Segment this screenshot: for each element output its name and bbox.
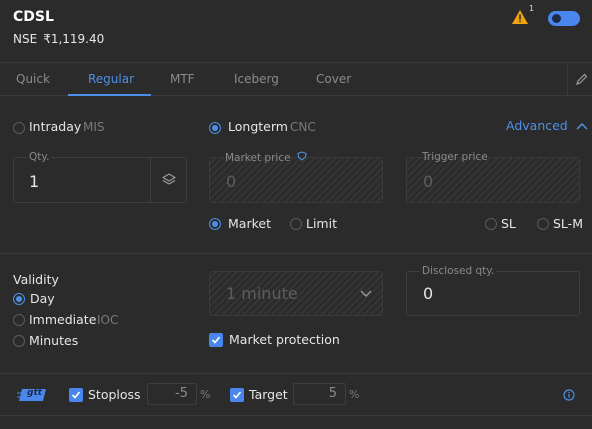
order-type-limit-label: Limit bbox=[306, 216, 337, 231]
instrument-price: ₹1,119.40 bbox=[43, 32, 105, 46]
target-label: Target bbox=[249, 387, 288, 402]
gtt-bar: gtt Stoploss -5 % Target 5 % bbox=[0, 373, 592, 416]
instrument-symbol: CDSL bbox=[13, 9, 54, 25]
toggle-knob bbox=[552, 14, 561, 23]
validity-minutes-radio[interactable] bbox=[13, 335, 25, 347]
market-price-value: 0 bbox=[226, 172, 237, 191]
stoploss-input[interactable]: -5 bbox=[147, 383, 197, 405]
check-icon bbox=[211, 336, 221, 344]
disclosed-qty-value[interactable]: 0 bbox=[423, 284, 433, 303]
order-type-sl-label: SL bbox=[501, 216, 516, 231]
order-window-header: CDSL NSE ₹1,119.40 1 bbox=[0, 0, 592, 62]
layers-icon[interactable] bbox=[162, 173, 176, 187]
longterm-radio[interactable] bbox=[209, 122, 221, 134]
order-type-market-radio[interactable] bbox=[209, 218, 221, 230]
disclosed-qty-field[interactable]: Disclosed qty. 0 bbox=[406, 265, 580, 316]
order-type-market-label: Market bbox=[228, 216, 271, 231]
target-input[interactable]: 5 bbox=[293, 383, 346, 405]
validity-immediate-label: Immediate bbox=[29, 312, 97, 327]
disclosed-qty-label: Disclosed qty. bbox=[420, 265, 497, 277]
qty-label: Qty. bbox=[27, 151, 52, 163]
market-protection-label: Market protection bbox=[229, 332, 340, 347]
advanced-toggle[interactable]: Advanced bbox=[506, 118, 588, 133]
exchange-label: NSE bbox=[13, 32, 38, 46]
qty-field[interactable]: Qty. 1 bbox=[13, 151, 187, 203]
longterm-label: Longterm bbox=[228, 119, 288, 134]
stoploss-checkbox[interactable] bbox=[69, 388, 83, 402]
warning-icon[interactable] bbox=[512, 10, 528, 24]
intraday-code: MIS bbox=[83, 120, 105, 134]
target-percent: % bbox=[349, 388, 360, 401]
trigger-price-value: 0 bbox=[423, 172, 434, 191]
validity-minutes-label: Minutes bbox=[29, 333, 79, 348]
trigger-price-field: Trigger price 0 bbox=[406, 151, 580, 203]
stoploss-label: Stoploss bbox=[88, 387, 141, 402]
shield-icon bbox=[297, 151, 307, 161]
validity-immediate-radio[interactable] bbox=[13, 314, 25, 326]
order-variety-tabs: Quick Regular MTF Iceberg Cover bbox=[0, 62, 592, 96]
validity-label: Validity bbox=[13, 272, 59, 287]
check-icon bbox=[232, 391, 242, 399]
target-checkbox[interactable] bbox=[230, 388, 244, 402]
tab-quick[interactable]: Quick bbox=[16, 63, 50, 96]
section-divider bbox=[0, 253, 592, 254]
minutes-select: 1 minute bbox=[209, 271, 383, 316]
tab-mtf[interactable]: MTF bbox=[170, 63, 195, 96]
chevron-down-icon bbox=[360, 290, 372, 297]
validity-day-radio[interactable] bbox=[13, 293, 25, 305]
intraday-label: Intraday bbox=[29, 119, 82, 134]
gtt-badge: gtt bbox=[17, 388, 47, 402]
order-type-sl-radio[interactable] bbox=[485, 218, 497, 230]
check-icon bbox=[71, 391, 81, 399]
buy-sell-toggle[interactable] bbox=[548, 11, 580, 26]
instrument-exchange-price: NSE ₹1,119.40 bbox=[13, 32, 104, 46]
chevron-up-icon bbox=[576, 122, 588, 130]
longterm-code: CNC bbox=[290, 120, 316, 134]
market-price-field: Market price 0 bbox=[209, 151, 383, 203]
validity-day-label: Day bbox=[30, 291, 55, 306]
trigger-price-label: Trigger price bbox=[422, 151, 488, 163]
pencil-icon bbox=[576, 73, 588, 85]
validity-immediate-code: IOC bbox=[97, 313, 119, 327]
intraday-radio[interactable] bbox=[13, 122, 25, 134]
tab-cover[interactable]: Cover bbox=[316, 63, 351, 96]
edit-button[interactable] bbox=[567, 62, 592, 95]
market-protection-checkbox[interactable] bbox=[209, 333, 223, 347]
order-type-limit-radio[interactable] bbox=[290, 218, 302, 230]
market-price-label: Market price bbox=[223, 151, 309, 164]
alert-count: 1 bbox=[529, 4, 535, 13]
active-tab-indicator bbox=[68, 94, 151, 96]
minutes-select-value: 1 minute bbox=[226, 284, 298, 303]
order-type-slm-radio[interactable] bbox=[537, 218, 549, 230]
stoploss-percent: % bbox=[200, 388, 211, 401]
order-type-slm-label: SL-M bbox=[553, 216, 583, 231]
tab-regular[interactable]: Regular bbox=[88, 63, 134, 96]
info-icon[interactable] bbox=[563, 389, 575, 401]
tab-iceberg[interactable]: Iceberg bbox=[234, 63, 279, 96]
qty-divider bbox=[150, 158, 151, 202]
gtt-badge-text: gtt bbox=[27, 388, 43, 398]
qty-value[interactable]: 1 bbox=[29, 172, 39, 191]
advanced-label: Advanced bbox=[506, 118, 568, 133]
